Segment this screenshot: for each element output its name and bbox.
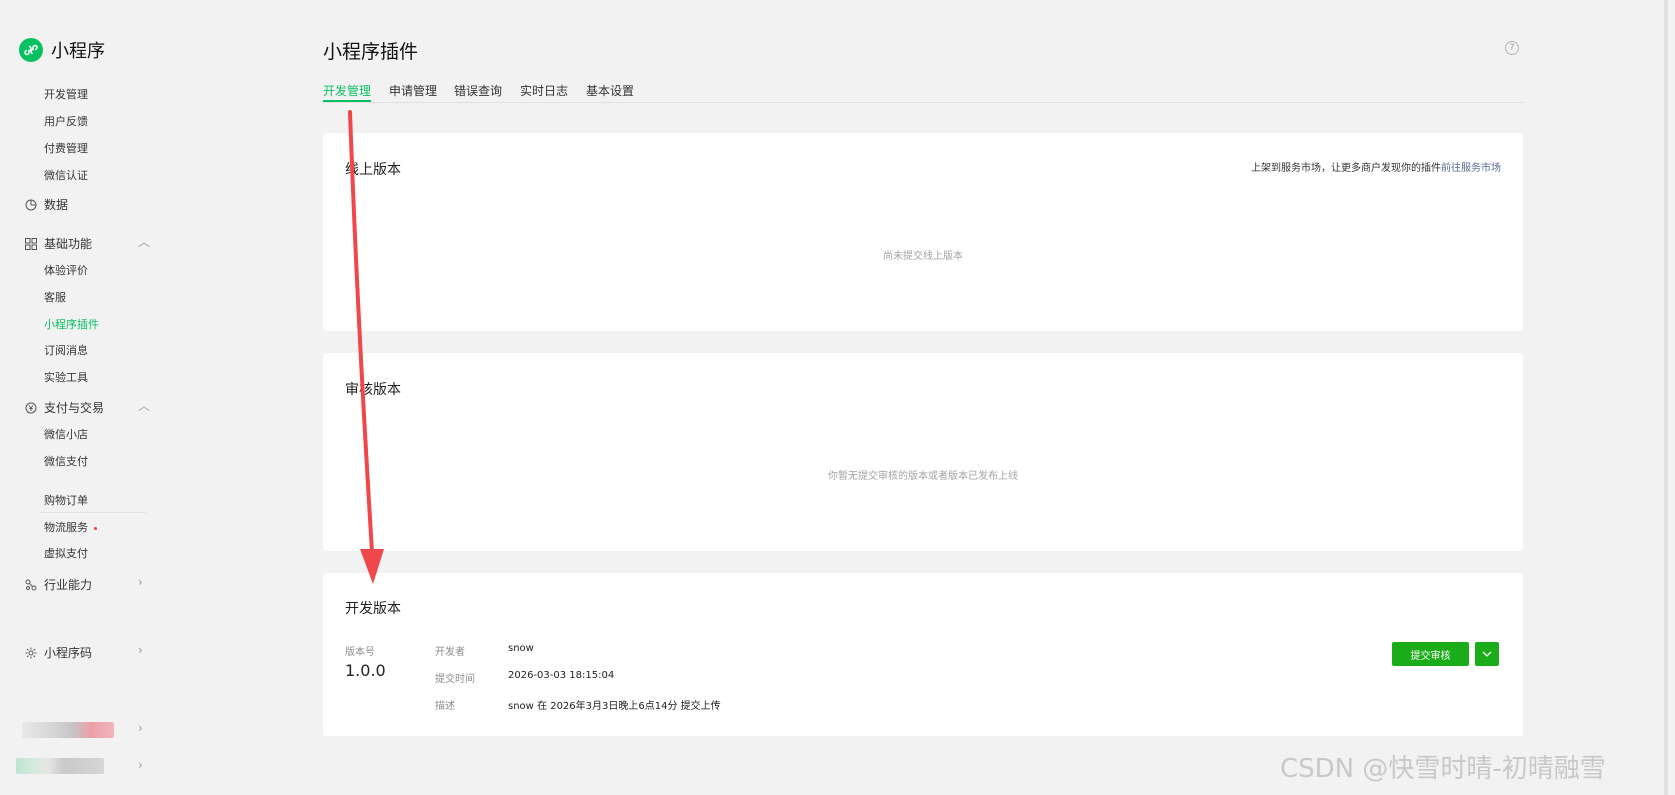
description-value: snow 在 2026年3月3日晚上6点14分 提交上传	[508, 701, 721, 712]
sidebar-item-wechat-verify[interactable]: 微信认证	[44, 167, 88, 183]
app-name: 小程序	[51, 41, 105, 62]
tab-realtime-log[interactable]: 实时日志	[520, 82, 568, 99]
sidebar-item-experience[interactable]: 体验评价	[44, 262, 88, 278]
sidebar-item-plugin[interactable]: 小程序插件	[44, 316, 99, 332]
chevron-right-icon[interactable]: ›	[138, 721, 143, 735]
more-options-button[interactable]	[1475, 642, 1499, 666]
card-title: 审核版本	[345, 382, 401, 398]
sidebar-item-subscribe[interactable]: 订阅消息	[44, 342, 88, 358]
sidebar-item-logistics[interactable]: 物流服务	[44, 519, 97, 535]
watermark-text: CSDN @快雪时晴-初晴融雪	[1280, 754, 1606, 784]
developer-label: 开发者	[435, 647, 465, 658]
sidebar-group-pay[interactable]: 支付与交易	[24, 399, 104, 416]
submit-time-value: 2026-03-03 18:15:04	[508, 670, 615, 681]
chevron-up-icon[interactable]: ︿	[138, 397, 150, 414]
sidebar-item-virtual-pay[interactable]: 虚拟支付	[44, 545, 88, 561]
sidebar-item-dev-manage[interactable]: 开发管理	[44, 86, 88, 102]
card-title: 开发版本	[345, 601, 401, 617]
tab-basic-settings[interactable]: 基本设置	[586, 82, 634, 99]
active-tab-indicator	[323, 100, 371, 102]
grid-icon	[24, 237, 37, 250]
chevron-right-icon[interactable]: ›	[138, 575, 143, 589]
market-text: 上架到服务市场，让更多商户发现你的插件	[1251, 163, 1441, 174]
chevron-right-icon[interactable]: ›	[138, 758, 143, 772]
tab-dev-manage[interactable]: 开发管理	[323, 82, 371, 99]
divider	[40, 512, 146, 513]
blurred-sidebar-item[interactable]	[16, 758, 104, 774]
nodes-icon	[24, 578, 37, 591]
sidebar-item-wechat-shop[interactable]: 微信小店	[44, 426, 88, 442]
developer-value: snow	[508, 643, 534, 654]
sidebar-group-industry[interactable]: 行业能力	[24, 576, 92, 593]
sidebar-group-label: 行业能力	[44, 578, 93, 592]
chevron-right-icon[interactable]: ›	[138, 643, 143, 657]
scrollbar[interactable]	[1664, 0, 1668, 795]
sidebar-group-qrcode[interactable]: 小程序码	[24, 644, 92, 661]
sidebar-group-label: 支付与交易	[44, 401, 105, 415]
notification-dot	[94, 526, 97, 530]
description-label: 描述	[435, 701, 455, 712]
tab-apply-manage[interactable]: 申请管理	[389, 82, 437, 99]
sidebar-item-wechat-pay[interactable]: 微信支付	[44, 453, 88, 469]
qrcode-icon	[24, 646, 37, 659]
dev-version-card: 开发版本 版本号 1.0.0 开发者 snow 提交时间 2026-03-03 …	[323, 573, 1523, 736]
clock-chart-icon	[24, 198, 37, 211]
empty-state-text: 尚未提交线上版本	[883, 251, 963, 262]
sidebar-group-label: 小程序码	[44, 646, 93, 660]
sidebar-item-lab-tools[interactable]: 实验工具	[44, 369, 88, 385]
market-link[interactable]: 前往服务市场	[1441, 163, 1501, 174]
submit-time-label: 提交时间	[435, 674, 475, 685]
market-promo: 上架到服务市场，让更多商户发现你的插件前往服务市场	[1251, 159, 1501, 174]
brand[interactable]: 小程序	[19, 37, 105, 63]
sidebar-group-label: 基础功能	[44, 237, 93, 251]
tab-error-query[interactable]: 错误查询	[454, 82, 502, 99]
sidebar-group-label: 数据	[44, 198, 69, 212]
review-version-card: 审核版本 你暂无提交审核的版本或者版本已发布上线	[323, 353, 1523, 551]
empty-state-text: 你暂无提交审核的版本或者版本已发布上线	[828, 471, 1018, 482]
version-number: 1.0.0	[345, 661, 386, 680]
page-title: 小程序插件	[323, 41, 419, 63]
sidebar-item-payment-manage[interactable]: 付费管理	[44, 140, 88, 156]
tab-bar: 开发管理 申请管理 错误查询 实时日志 基本设置	[323, 80, 1525, 103]
card-title: 线上版本	[345, 162, 401, 178]
mini-program-logo-icon	[19, 38, 43, 62]
chevron-up-icon[interactable]: ︿	[138, 233, 150, 250]
sidebar: 小程序 开发管理 用户反馈 付费管理 微信认证 数据 基础功能 ︿ 体验评价 客…	[0, 0, 300, 795]
sidebar-item-service[interactable]: 客服	[44, 289, 66, 305]
blurred-sidebar-item[interactable]	[22, 722, 114, 738]
version-label: 版本号	[345, 647, 375, 658]
sidebar-item-orders[interactable]: 购物订单	[44, 492, 88, 508]
online-version-card: 线上版本 上架到服务市场，让更多商户发现你的插件前往服务市场 尚未提交线上版本	[323, 133, 1523, 331]
chevron-down-icon	[1482, 651, 1492, 657]
submit-review-button[interactable]: 提交审核	[1392, 642, 1469, 666]
sidebar-item-label: 物流服务	[44, 521, 88, 534]
yen-icon	[24, 401, 37, 414]
sidebar-group-basic[interactable]: 基础功能	[24, 235, 92, 252]
sidebar-item-feedback[interactable]: 用户反馈	[44, 113, 88, 129]
sidebar-group-data[interactable]: 数据	[24, 196, 68, 213]
help-icon[interactable]: ?	[1505, 41, 1519, 55]
